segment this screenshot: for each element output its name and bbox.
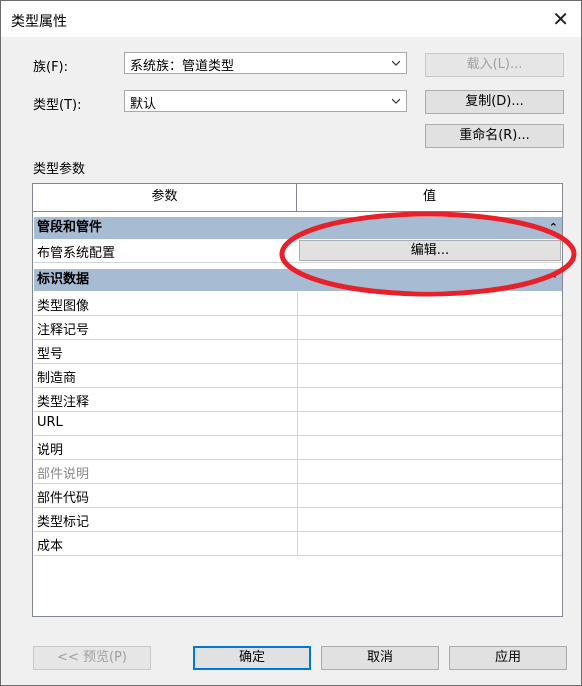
table-row[interactable]: 类型图像 (34, 292, 562, 316)
family-label: 族(F): (33, 60, 69, 75)
table-row[interactable]: 部件代码 (34, 484, 562, 508)
row-value[interactable] (297, 388, 562, 411)
preview-button[interactable]: << 预览(P) (33, 646, 151, 670)
collapse-icon[interactable]: ⌃ (549, 217, 558, 239)
row-name: 型号 (37, 347, 64, 362)
row-value[interactable] (297, 412, 562, 435)
row-value[interactable] (297, 316, 562, 339)
type-properties-dialog: 类型属性 ✕ 族(F): 系统族：管道类型 载入(L)... 类型(T): 默认… (0, 0, 582, 686)
group-header-pipe-segments[interactable]: 管段和管件 ⌃ (34, 217, 562, 239)
table-row[interactable]: 成本 (34, 532, 562, 556)
group-label: 标识数据 (37, 272, 90, 287)
row-name: 布管系统配置 (37, 246, 116, 261)
row-name: 制造商 (37, 371, 77, 386)
row-name: 类型图像 (37, 299, 90, 314)
row-name: 注释记号 (37, 323, 90, 338)
edit-button[interactable]: 编辑... (299, 240, 561, 261)
chevron-down-icon (392, 60, 400, 66)
row-value[interactable] (297, 436, 562, 459)
row-value[interactable] (297, 532, 562, 555)
column-header-value[interactable]: 值 (297, 184, 562, 212)
close-icon[interactable]: ✕ (552, 7, 569, 31)
row-name: 类型注释 (37, 395, 90, 410)
type-parameters-label: 类型参数 (33, 162, 86, 177)
table-row[interactable]: 类型注释 (34, 388, 562, 412)
column-header-parameter[interactable]: 参数 (33, 184, 297, 212)
title-bar: 类型属性 ✕ (1, 1, 581, 37)
window-title: 类型属性 (11, 14, 67, 30)
parameters-grid: 参数 值 管段和管件 ⌃ 布管系统配置 编辑... 标识数据 ⌃ 类型图像 注释… (32, 183, 563, 617)
rename-button[interactable]: 重命名(R)... (425, 124, 564, 148)
group-header-identity-data[interactable]: 标识数据 ⌃ (34, 269, 562, 291)
type-dropdown[interactable]: 默认 (124, 90, 407, 112)
table-row: 部件说明 (34, 460, 562, 484)
row-value[interactable] (297, 340, 562, 363)
family-dropdown[interactable]: 系统族：管道类型 (124, 52, 407, 74)
collapse-icon[interactable]: ⌃ (549, 269, 558, 291)
table-row[interactable]: 类型标记 (34, 508, 562, 532)
ok-button[interactable]: 确定 (193, 646, 311, 670)
row-name: 部件说明 (37, 467, 90, 482)
row-value (297, 460, 562, 483)
row-value[interactable] (297, 364, 562, 387)
family-value: 系统族：管道类型 (130, 59, 235, 74)
duplicate-button[interactable]: 复制(D)... (425, 90, 564, 114)
table-row-routing-preferences: 布管系统配置 编辑... (34, 239, 562, 263)
row-name: 成本 (37, 539, 64, 554)
cancel-button[interactable]: 取消 (321, 646, 439, 670)
apply-button[interactable]: 应用 (449, 646, 567, 670)
row-value[interactable] (297, 484, 562, 507)
row-value[interactable] (297, 292, 562, 315)
table-row[interactable]: 注释记号 (34, 316, 562, 340)
table-row[interactable]: URL (34, 412, 562, 436)
row-value[interactable] (297, 508, 562, 531)
row-name: URL (37, 415, 63, 430)
table-row[interactable]: 说明 (34, 436, 562, 460)
type-value: 默认 (130, 97, 157, 112)
table-row[interactable]: 制造商 (34, 364, 562, 388)
group-label: 管段和管件 (37, 220, 103, 235)
row-name: 类型标记 (37, 515, 90, 530)
table-row[interactable]: 型号 (34, 340, 562, 364)
row-name: 部件代码 (37, 491, 90, 506)
type-label: 类型(T): (33, 98, 82, 113)
chevron-down-icon (392, 98, 400, 104)
load-button[interactable]: 载入(L)... (425, 53, 564, 77)
row-name: 说明 (37, 443, 64, 458)
